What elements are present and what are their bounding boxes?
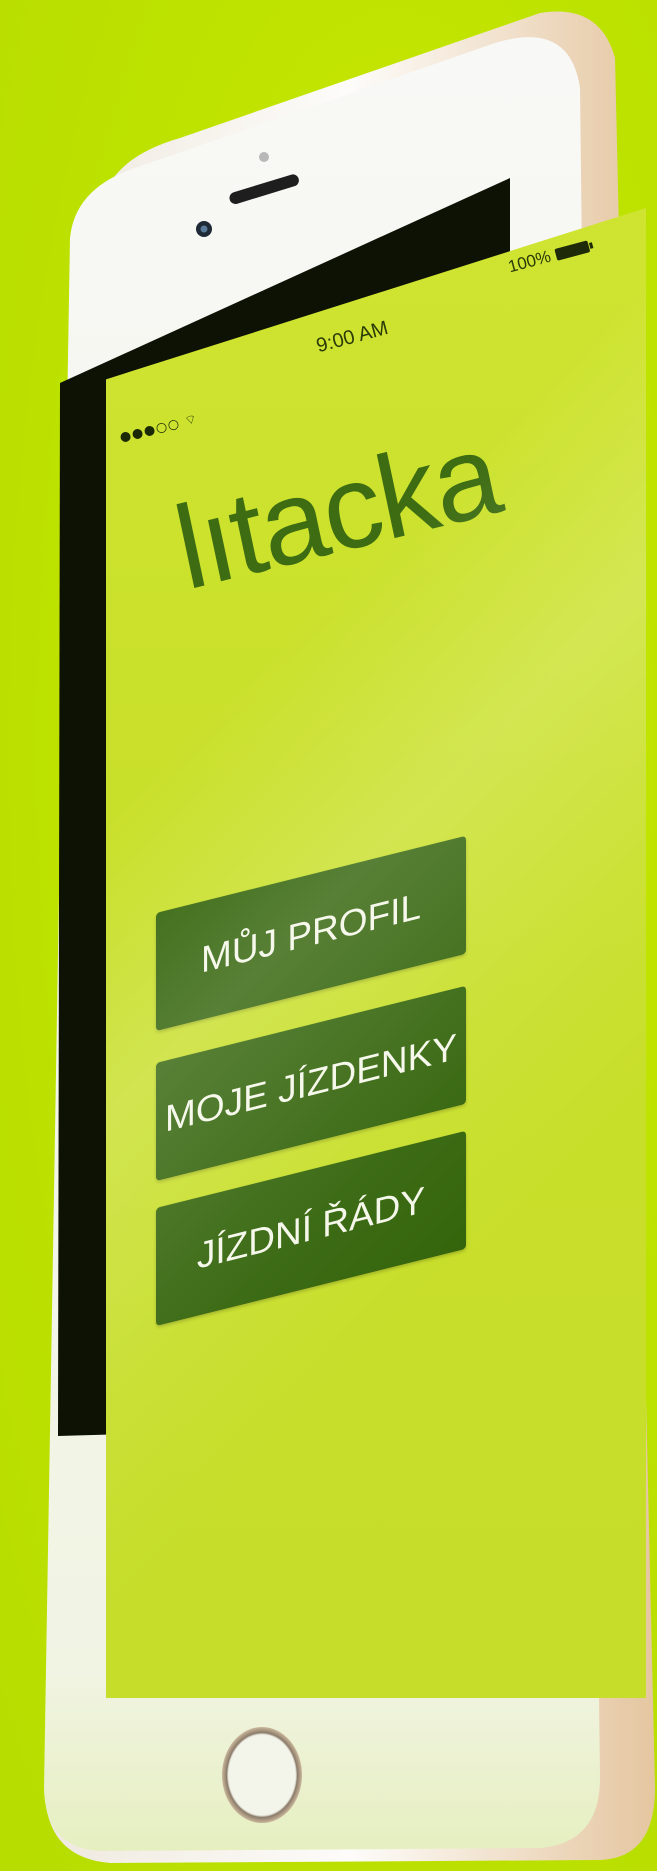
timetables-label: JÍZDNÍ ŘÁDY [196,1178,426,1277]
my-profile-label: MŮJ PROFIL [201,884,421,981]
logo-text-right: tacka [217,407,510,603]
app-logo: lıtacka [165,407,510,615]
my-tickets-label: MOJE JÍZDENKY [165,1025,457,1140]
phone-mockup: ●●●○○ ⌔ 9:00 AM 100% lıtacka MŮJ PROFIL … [40,8,657,1866]
status-time: 9:00 AM [314,317,391,358]
battery-percent: 100% [506,246,553,277]
wifi-icon: ⌔ [183,411,200,430]
signal-dots: ●●●○○ [118,416,182,446]
app-screen: ●●●○○ ⌔ 9:00 AM 100% lıtacka MŮJ PROFIL … [106,208,646,1698]
battery-icon [554,240,591,261]
scene-background: ●●●○○ ⌔ 9:00 AM 100% lıtacka MŮJ PROFIL … [0,0,657,1871]
signal-strength-indicator: ●●●○○ ⌔ [118,411,200,446]
